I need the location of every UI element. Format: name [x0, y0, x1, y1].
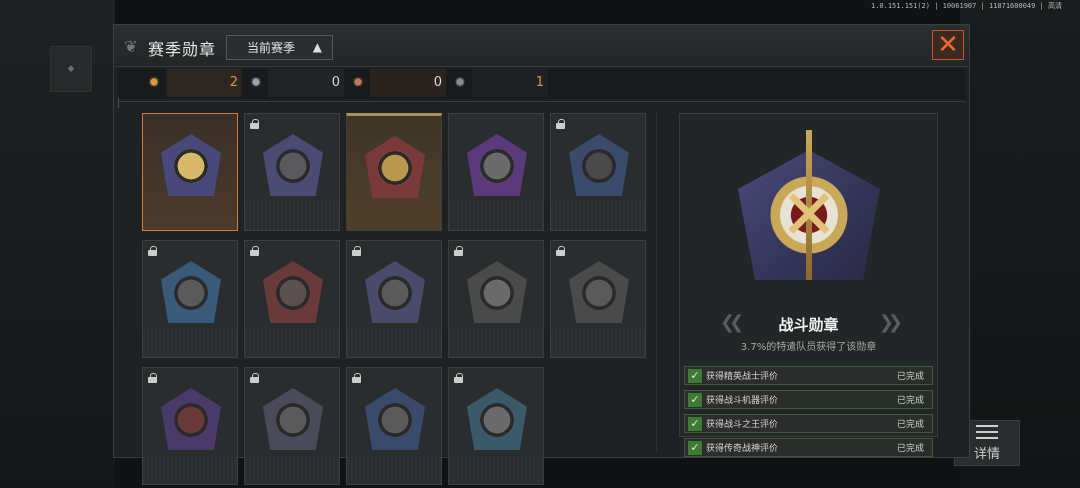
- medal-name: 战斗勋章: [778, 316, 839, 334]
- counter-gold: ✹ 2: [142, 69, 242, 97]
- medal-icon: [263, 261, 323, 323]
- medal-cell-medal-13[interactable]: [346, 367, 442, 485]
- counter-grey: ✹ 1: [448, 69, 548, 97]
- condition-status: 已完成: [896, 444, 924, 454]
- medal-cell-medal-6[interactable]: [142, 240, 238, 358]
- season-dropdown-value: 当前赛季: [247, 41, 296, 55]
- counter-silver-value: 0: [331, 75, 340, 90]
- background-right: [960, 0, 1080, 488]
- condition-label: 获得战斗机器评价: [706, 396, 779, 406]
- panel-title: 赛季勋章: [148, 40, 217, 59]
- lock-icon: [148, 246, 157, 256]
- check-icon: ✓: [688, 368, 702, 383]
- next-arrow-icon[interactable]: ❯❯: [879, 312, 903, 333]
- lock-icon: [250, 373, 259, 383]
- background-left: ◆: [0, 0, 115, 488]
- medal-icon: [569, 134, 629, 196]
- lock-icon: [556, 119, 565, 129]
- lock-icon: [148, 373, 157, 383]
- list-icon: [976, 424, 998, 439]
- counter-gold-value: 2: [229, 75, 238, 90]
- medal-panel: ❦ 赛季勋章 当前赛季 ▲ ✕ ✹ 2 ✹ 0 ✹ 0 ✹ 1 ✕ ❮❮ 战斗勋…: [113, 24, 970, 485]
- medal-icon: [161, 388, 221, 450]
- lock-icon: [352, 373, 361, 383]
- medal-cell-medal-5[interactable]: [550, 113, 646, 231]
- close-icon: ✕: [937, 30, 959, 60]
- medal-cell-medal-12[interactable]: [244, 367, 340, 485]
- condition-label: 获得战斗之王评价: [706, 420, 779, 430]
- condition-label: 获得精英战士评价: [706, 372, 779, 382]
- medal-cell-medal-2[interactable]: [244, 113, 340, 231]
- medal-icon: [263, 388, 323, 450]
- season-dropdown[interactable]: 当前赛季 ▲: [226, 35, 333, 60]
- grey-medal-icon: ✹: [454, 75, 466, 91]
- medal-icon: [365, 136, 425, 198]
- condition-status: 已完成: [896, 420, 924, 430]
- counter-grey-value: 1: [535, 75, 544, 90]
- wings-logo-icon: ❦: [124, 36, 138, 56]
- condition-status: 已完成: [896, 396, 924, 406]
- counter-silver: ✹ 0: [244, 69, 344, 97]
- condition-item: ✓ 获得战斗机器评价 已完成: [684, 390, 933, 409]
- medal-grid: [142, 113, 646, 485]
- medal-counter-bar: ✹ 2 ✹ 0 ✹ 0 ✹ 1: [118, 69, 966, 99]
- panel-header: ❦ 赛季勋章 当前赛季 ▲ ✕: [114, 25, 969, 67]
- medal-icon: [161, 134, 221, 196]
- medal-cell-medal-10[interactable]: [550, 240, 646, 358]
- details-button-label: 详情: [973, 446, 1000, 462]
- medal-cell-medal-8[interactable]: [346, 240, 442, 358]
- condition-item: ✓ 获得战斗之王评价 已完成: [684, 414, 933, 433]
- side-menu-icon: ◆: [67, 64, 75, 74]
- medal-icon: [161, 261, 221, 323]
- divider: [118, 98, 965, 111]
- condition-item: ✓ 获得传奇战神评价 已完成: [684, 438, 933, 457]
- medal-cell-medal-11[interactable]: [142, 367, 238, 485]
- medal-icon: [467, 261, 527, 323]
- medal-cell-medal-9[interactable]: [448, 240, 544, 358]
- lock-icon: [454, 246, 463, 256]
- bronze-medal-icon: ✹: [352, 75, 364, 91]
- medal-cell-medal-7[interactable]: [244, 240, 340, 358]
- lock-icon: [352, 246, 361, 256]
- silver-medal-icon: ✹: [250, 75, 262, 91]
- medal-icon: [569, 261, 629, 323]
- lock-icon: [556, 246, 565, 256]
- vertical-divider: [656, 113, 662, 453]
- medal-cell-medal-3[interactable]: [346, 113, 442, 231]
- check-icon: ✓: [688, 416, 702, 431]
- medal-icon: [467, 134, 527, 196]
- condition-list: ✓ 获得精英战士评价 已完成 ✓ 获得战斗机器评价 已完成 ✓ 获得战斗之王评价…: [684, 366, 933, 462]
- medal-description: 3.7%的特遣队员获得了该勋章: [740, 342, 877, 353]
- condition-label: 获得传奇战神评价: [706, 444, 779, 454]
- medal-icon: [263, 134, 323, 196]
- medal-cell-medal-14[interactable]: [448, 367, 544, 485]
- medal-cell-medal-combat[interactable]: [142, 113, 238, 231]
- close-button[interactable]: ✕: [932, 30, 964, 60]
- combat-medal-large-icon: ✕: [738, 130, 880, 280]
- condition-item: ✓ 获得精英战士评价 已完成: [684, 366, 933, 385]
- lock-icon: [250, 119, 259, 129]
- medal-icon: [365, 261, 425, 323]
- side-menu-button[interactable]: ◆: [50, 46, 92, 92]
- lock-icon: [250, 246, 259, 256]
- condition-status: 已完成: [896, 372, 924, 382]
- check-icon: ✓: [688, 392, 702, 407]
- medal-detail-panel: ✕ ❮❮ 战斗勋章 ❯❯ 3.7%的特遣队员获得了该勋章 ✓ 获得精英战士评价 …: [679, 113, 938, 457]
- chevron-up-icon: ▲: [312, 40, 322, 54]
- counter-bronze: ✹ 0: [346, 69, 446, 97]
- check-icon: ✓: [688, 440, 702, 455]
- status-info: 1.0.151.151(2) | 10061907 | 11871600049 …: [870, 2, 1062, 10]
- gold-medal-icon: ✹: [148, 75, 160, 91]
- medal-icon: [365, 388, 425, 450]
- medal-cell-medal-4[interactable]: [448, 113, 544, 231]
- counter-bronze-value: 0: [433, 75, 442, 90]
- lock-icon: [454, 373, 463, 383]
- medal-icon: [467, 388, 527, 450]
